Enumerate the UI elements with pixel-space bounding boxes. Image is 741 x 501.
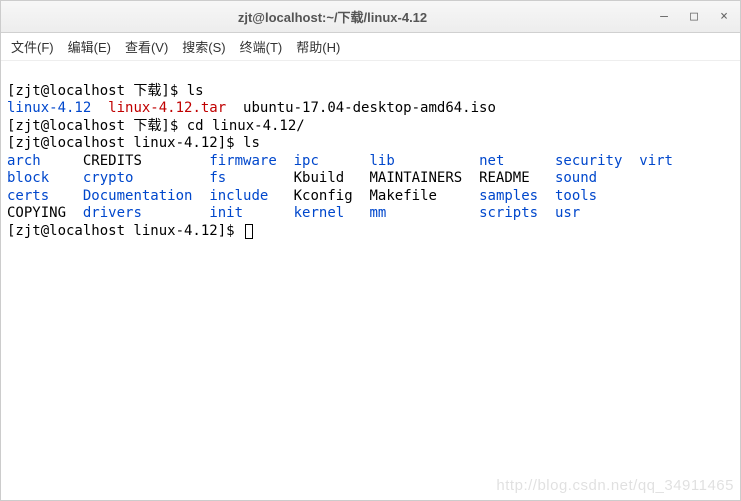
ls-dir: fs bbox=[209, 170, 226, 186]
minimize-button[interactable]: – bbox=[656, 9, 672, 25]
ls-dir: linux-4.12 bbox=[7, 100, 91, 116]
ls-archive: linux-4.12.tar bbox=[108, 100, 226, 116]
menubar: 文件(F) 编辑(E) 查看(V) 搜索(S) 终端(T) 帮助(H) bbox=[1, 33, 740, 61]
ls-dir: block bbox=[7, 170, 49, 186]
ls-file: ubuntu-17.04-desktop-amd64.iso bbox=[226, 100, 496, 116]
ls-dir: drivers bbox=[83, 205, 142, 221]
ls-dir: certs bbox=[7, 188, 49, 204]
ls-file: COPYING bbox=[7, 205, 66, 221]
ls-file: Makefile bbox=[370, 188, 437, 204]
prompt: [zjt@localhost linux-4.12]$ bbox=[7, 135, 243, 151]
window-title: zjt@localhost:~/下载/linux-4.12 bbox=[9, 7, 656, 26]
ls-dir: arch bbox=[7, 153, 41, 169]
command-text: cd linux-4.12/ bbox=[187, 118, 305, 134]
ls-dir: security bbox=[555, 153, 622, 169]
menu-view[interactable]: 查看(V) bbox=[125, 37, 168, 56]
ls-dir: Documentation bbox=[83, 188, 193, 204]
cursor bbox=[245, 224, 253, 239]
ls-dir: net bbox=[479, 153, 504, 169]
ls-dir: usr bbox=[555, 205, 580, 221]
ls-dir: scripts bbox=[479, 205, 538, 221]
menu-edit[interactable]: 编辑(E) bbox=[68, 37, 111, 56]
titlebar: zjt@localhost:~/下载/linux-4.12 – □ × bbox=[1, 1, 740, 33]
ls-file: README bbox=[479, 170, 530, 186]
ls-dir: include bbox=[209, 188, 268, 204]
terminal-window: zjt@localhost:~/下载/linux-4.12 – □ × 文件(F… bbox=[0, 0, 741, 501]
ls-dir: mm bbox=[370, 205, 387, 221]
close-button[interactable]: × bbox=[716, 9, 732, 25]
menu-search[interactable]: 搜索(S) bbox=[182, 37, 225, 56]
ls-dir: tools bbox=[555, 188, 597, 204]
ls-dir: ipc bbox=[294, 153, 319, 169]
maximize-button[interactable]: □ bbox=[686, 9, 702, 25]
ls-dir: virt bbox=[639, 153, 673, 169]
ls-dir: samples bbox=[479, 188, 538, 204]
prompt: [zjt@localhost 下载]$ bbox=[7, 118, 187, 134]
window-controls: – □ × bbox=[656, 9, 732, 25]
ls-dir: init bbox=[209, 205, 243, 221]
prompt: [zjt@localhost linux-4.12]$ bbox=[7, 223, 243, 239]
menu-file[interactable]: 文件(F) bbox=[11, 37, 54, 56]
ls-dir: kernel bbox=[294, 205, 345, 221]
menu-help[interactable]: 帮助(H) bbox=[296, 37, 340, 56]
ls-dir: lib bbox=[370, 153, 395, 169]
ls-file: MAINTAINERS bbox=[369, 170, 462, 186]
ls-dir: firmware bbox=[209, 153, 276, 169]
ls-file: CREDITS bbox=[83, 153, 142, 169]
watermark: http://blog.csdn.net/qq_34911465 bbox=[496, 477, 734, 496]
ls-dir: crypto bbox=[83, 170, 134, 186]
ls-file: Kbuild bbox=[294, 170, 345, 186]
command-text: ls bbox=[243, 135, 260, 151]
terminal-content[interactable]: [zjt@localhost 下载]$ ls linux-4.12 linux-… bbox=[1, 61, 740, 500]
ls-dir: sound bbox=[555, 170, 597, 186]
ls-file: Kconfig bbox=[294, 188, 353, 204]
menu-terminal[interactable]: 终端(T) bbox=[240, 37, 283, 56]
command-text: ls bbox=[187, 83, 204, 99]
prompt: [zjt@localhost 下载]$ bbox=[7, 83, 187, 99]
